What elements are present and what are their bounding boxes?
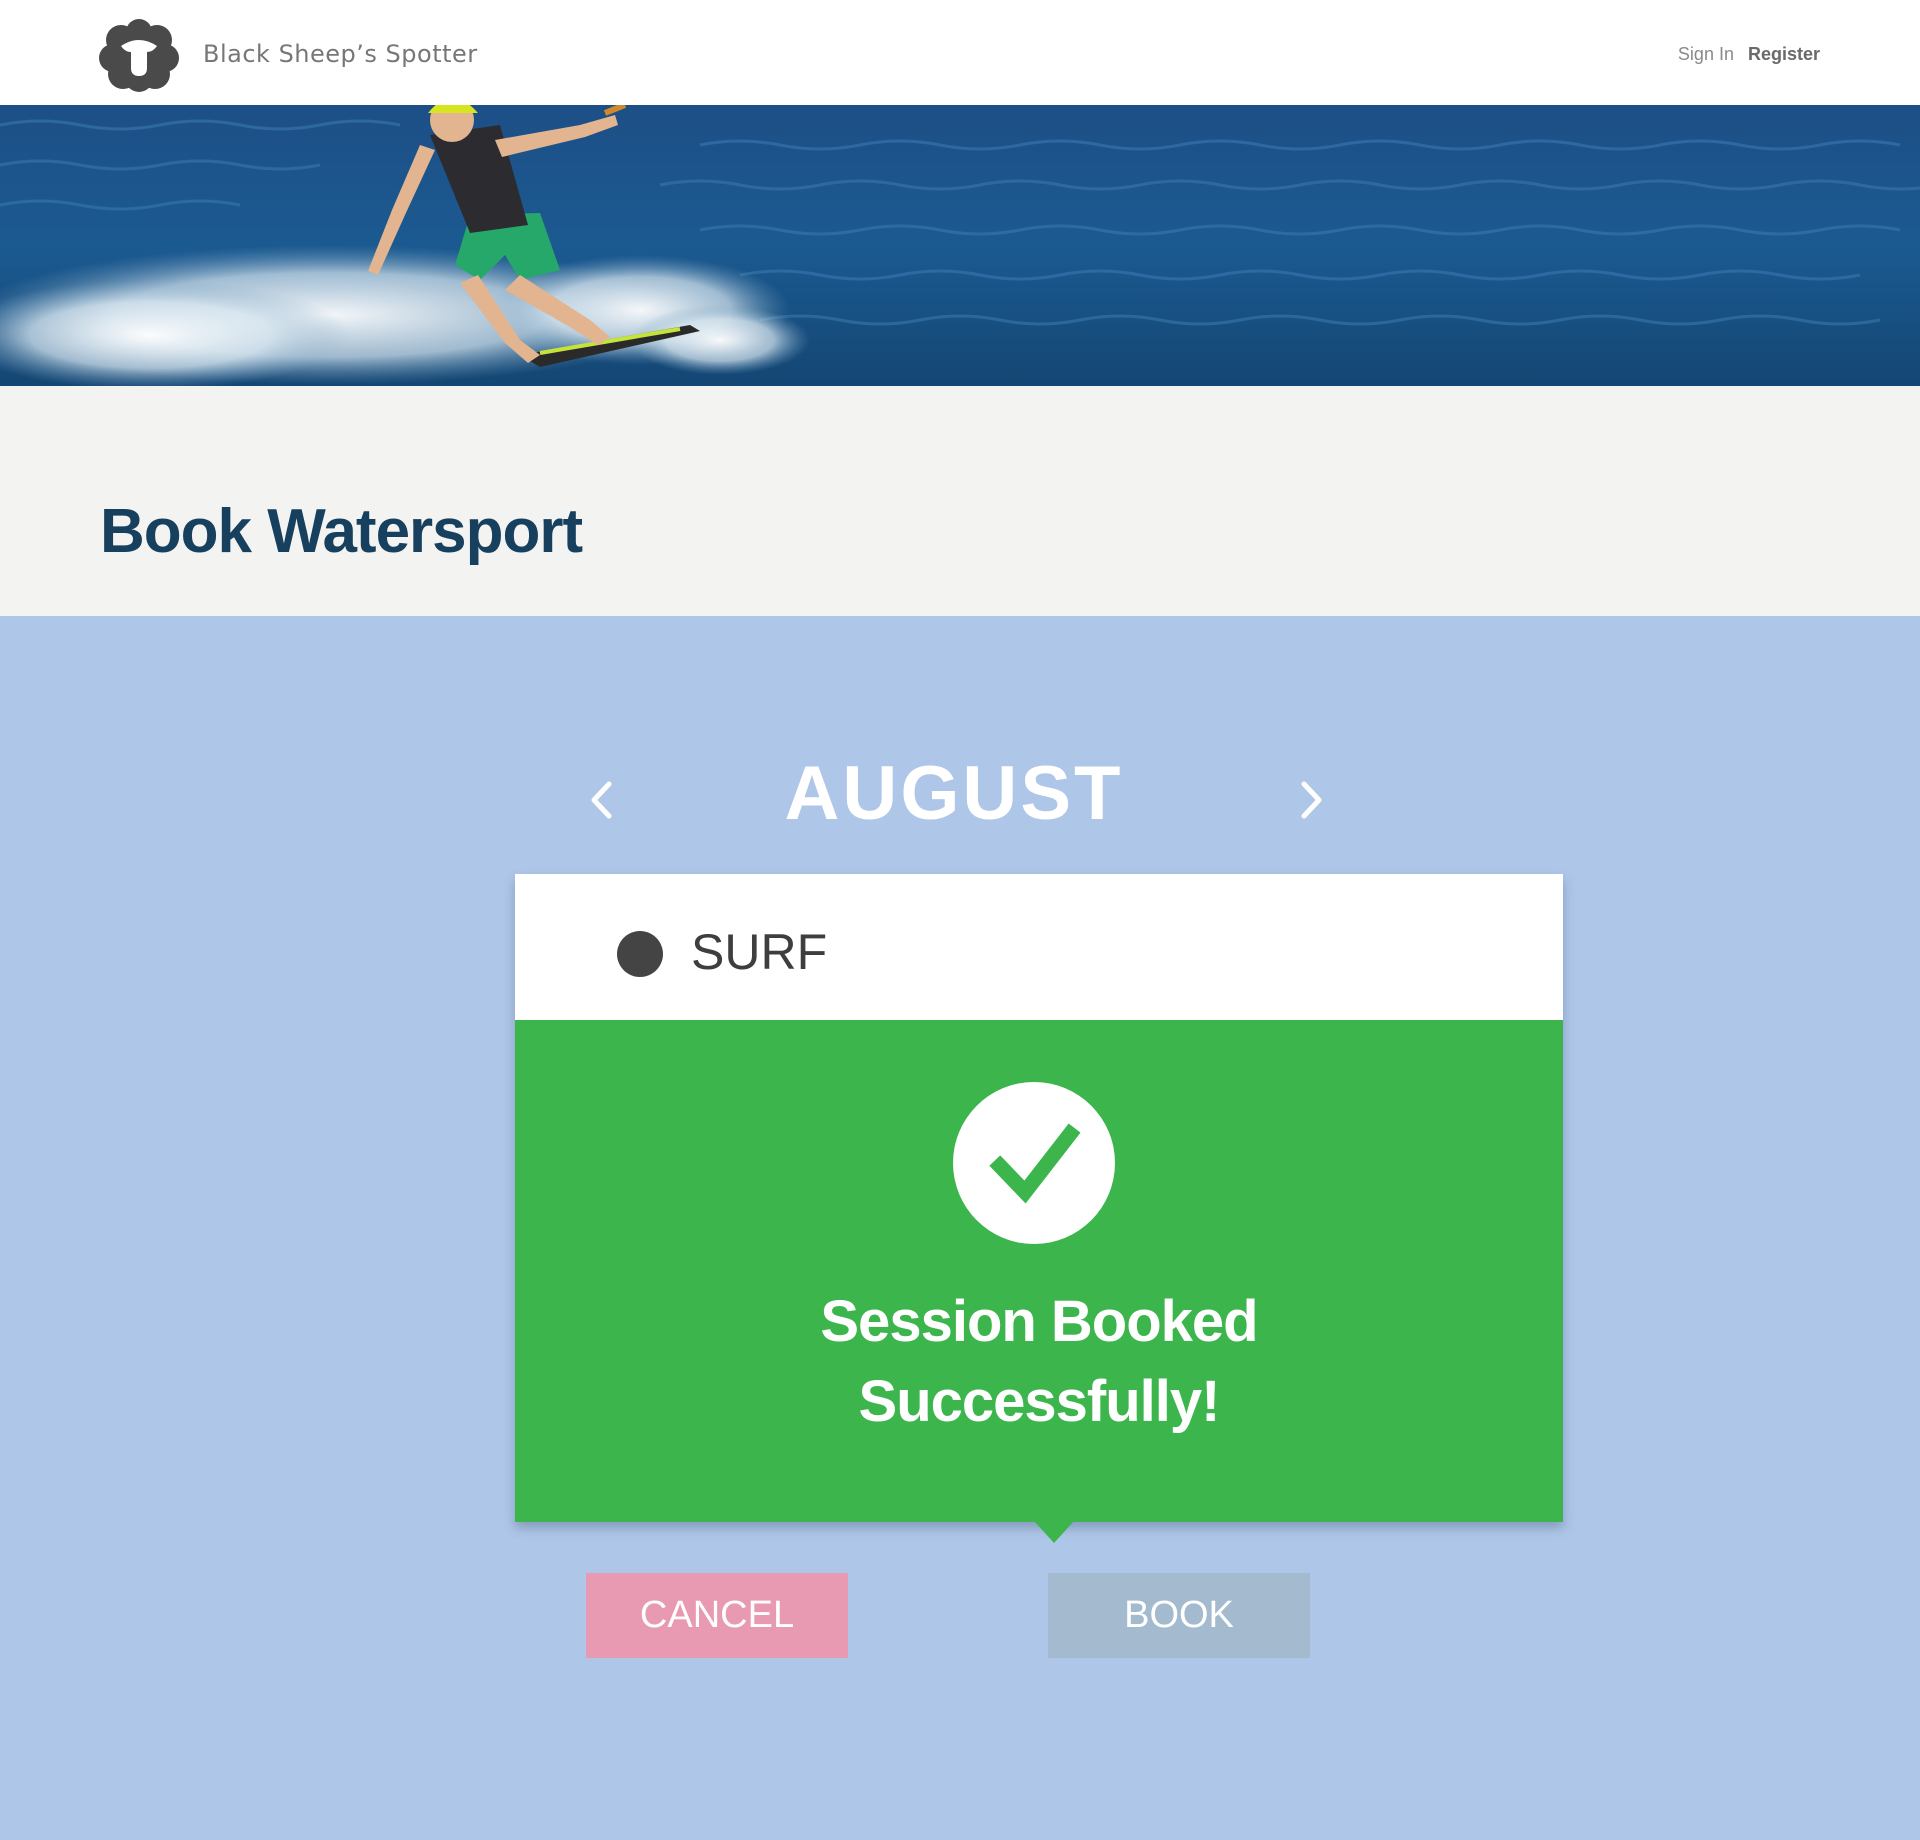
success-line-2: Successfully! <box>858 1369 1221 1434</box>
success-badge <box>953 1082 1115 1244</box>
radio-selected-icon[interactable] <box>617 931 663 977</box>
booking-card: SURF Session Booked Successfully! <box>515 874 1563 1522</box>
sheep-logo-icon[interactable] <box>99 18 179 92</box>
cancel-button[interactable]: CANCEL <box>586 1573 848 1658</box>
hero-image <box>0 105 1920 386</box>
page-title: Book Watersport <box>100 497 583 566</box>
wakeboarder-illustration <box>0 105 1920 386</box>
sign-in-link[interactable]: Sign In <box>1678 42 1734 66</box>
month-label: AUGUST <box>784 751 1124 836</box>
chevron-right-icon[interactable] <box>1286 775 1336 825</box>
checkmark-icon <box>989 1123 1081 1204</box>
chevron-left-icon[interactable] <box>577 775 627 825</box>
title-band: Book Watersport <box>0 386 1920 616</box>
success-panel: Session Booked Successfully! <box>515 1020 1563 1522</box>
brand-name: Black Sheep’s Spotter <box>203 40 478 68</box>
sport-label: SURF <box>691 924 828 980</box>
success-message: Session Booked Successfully! <box>515 1282 1563 1442</box>
sport-row[interactable]: SURF <box>515 874 1563 1020</box>
success-line-1: Session Booked <box>820 1289 1258 1354</box>
card-pointer <box>1034 1521 1074 1543</box>
site-header: Black Sheep’s Spotter Sign In Register <box>0 0 1920 105</box>
header-nav: Sign In Register <box>1678 42 1820 66</box>
register-link[interactable]: Register <box>1748 42 1820 66</box>
book-button[interactable]: BOOK <box>1048 1573 1310 1658</box>
